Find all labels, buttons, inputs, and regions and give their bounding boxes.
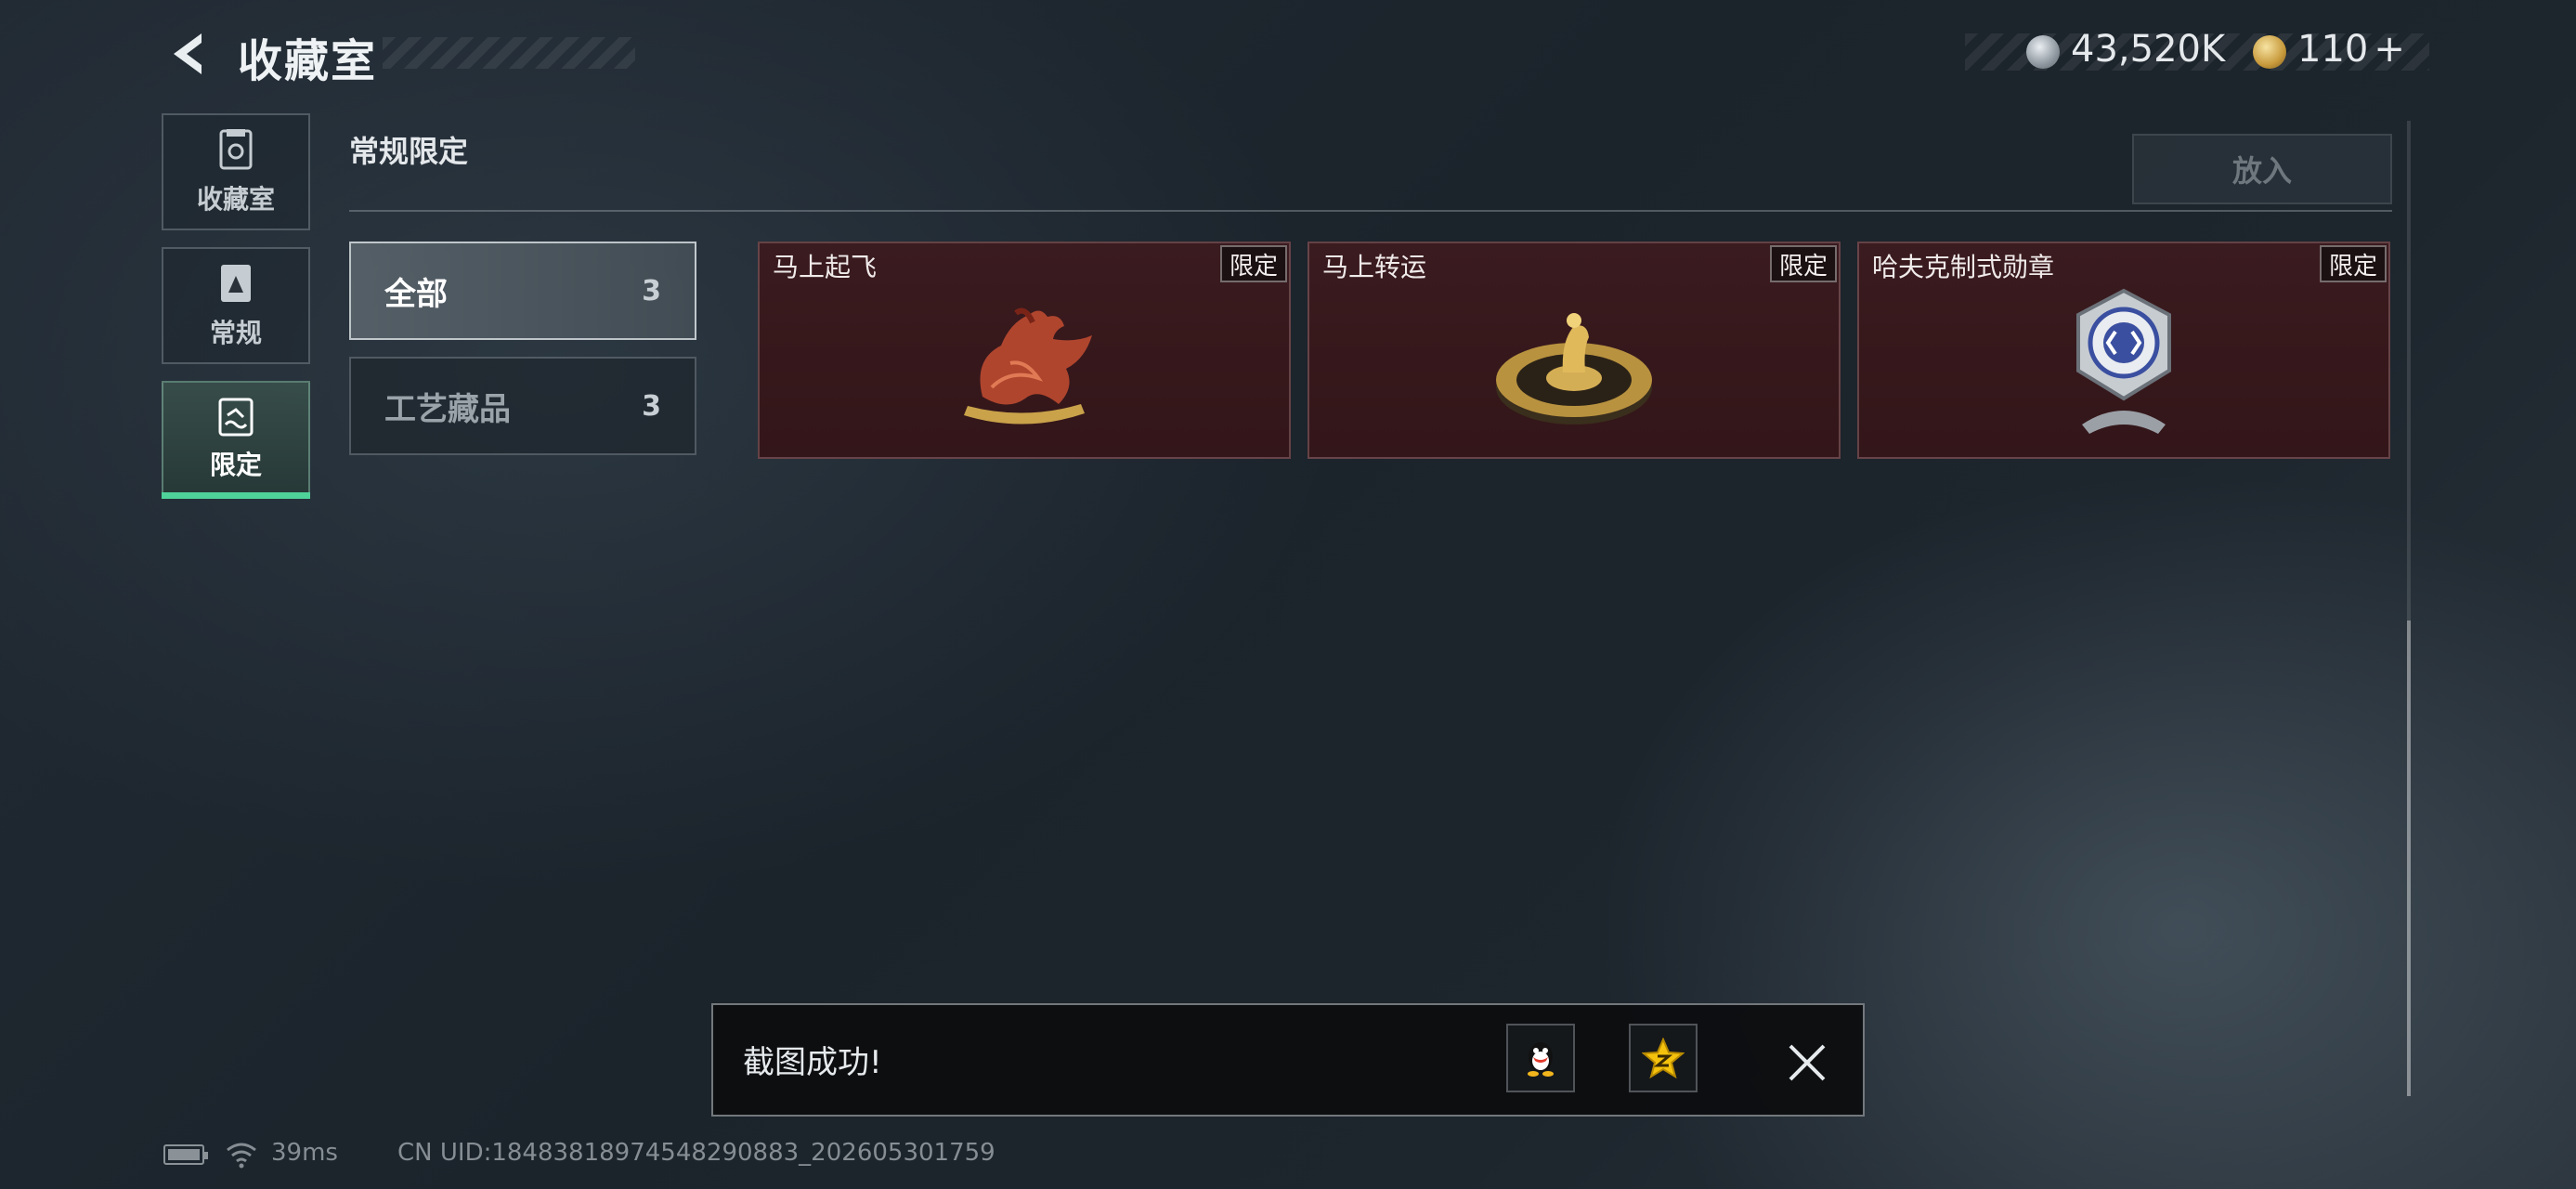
item-art xyxy=(1309,281,1839,448)
battery-icon xyxy=(163,1144,208,1165)
filter-crafts[interactable]: 工艺藏品 3 xyxy=(349,357,696,455)
close-icon xyxy=(1789,1044,1826,1081)
haavk-medal-icon xyxy=(2076,288,2171,434)
scrollbar-thumb[interactable] xyxy=(2407,621,2411,1096)
gold-amount-value: 110 xyxy=(2297,28,2369,71)
item-card-haavk-medal[interactable]: 哈夫克制式勋章 限定 xyxy=(1857,242,2390,459)
filter-count: 3 xyxy=(642,389,661,423)
nav-item-collection-room[interactable]: 收藏室 xyxy=(162,113,310,230)
gold-coin-icon xyxy=(2253,35,2286,69)
regular-card-icon xyxy=(221,265,251,302)
limited-tag: 限定 xyxy=(1770,245,1837,282)
qq-penguin-icon xyxy=(1528,1042,1554,1077)
limited-tag: 限定 xyxy=(1220,245,1287,282)
back-arrow-icon xyxy=(174,33,202,74)
nav-item-limited[interactable]: 限定 xyxy=(162,381,310,498)
nav-item-regular[interactable]: 常规 xyxy=(162,247,310,364)
place-button[interactable]: 放入 xyxy=(2132,134,2392,204)
flying-horse-icon xyxy=(964,307,1092,425)
section-divider xyxy=(349,210,2392,212)
nav-item-label: 限定 xyxy=(209,450,262,480)
ping-text: 39ms xyxy=(271,1139,338,1167)
filter-label: 工艺藏品 xyxy=(384,390,511,428)
nav-active-indicator xyxy=(162,492,310,499)
back-button[interactable] xyxy=(158,26,223,82)
item-name: 马上转运 xyxy=(1322,252,1427,282)
item-card-fortune-wheel[interactable]: 马上转运 限定 xyxy=(1308,242,1841,459)
item-name: 哈夫克制式勋章 xyxy=(1872,252,2055,282)
toast-close-button[interactable] xyxy=(1779,1035,1835,1091)
section-title: 常规限定 xyxy=(349,134,469,169)
silver-amount: 43,520K xyxy=(2071,28,2226,71)
gold-amount[interactable]: 110 + xyxy=(2297,28,2405,71)
add-currency-button[interactable]: + xyxy=(2374,28,2405,71)
filter-all[interactable]: 全部 3 xyxy=(349,242,696,340)
page-title: 收藏室 xyxy=(238,35,378,87)
title-decoration xyxy=(383,37,635,69)
wifi-icon xyxy=(225,1139,258,1172)
item-art xyxy=(760,281,1289,448)
item-card-flying-horse[interactable]: 马上起飞 限定 xyxy=(758,242,1291,459)
limited-tag: 限定 xyxy=(2320,245,2387,282)
item-art xyxy=(1859,281,2388,448)
filter-count: 3 xyxy=(642,274,661,307)
qzone-star-icon xyxy=(1642,1038,1685,1078)
filter-label: 全部 xyxy=(384,275,448,313)
item-name: 马上起飞 xyxy=(773,252,878,282)
share-qzone-button[interactable] xyxy=(1629,1024,1698,1092)
uid-text: CN UID:18483818974548290883_202605301759 xyxy=(397,1139,995,1167)
limited-swim-icon xyxy=(218,398,254,437)
toast-message: 截图成功! xyxy=(743,1044,882,1081)
nav-item-label: 常规 xyxy=(209,318,262,348)
silver-coin-icon xyxy=(2026,35,2060,69)
horse-fortune-wheel-icon xyxy=(1496,313,1652,425)
collection-room-icon xyxy=(219,129,253,170)
nav-item-label: 收藏室 xyxy=(196,184,275,215)
share-qq-button[interactable] xyxy=(1506,1024,1575,1092)
